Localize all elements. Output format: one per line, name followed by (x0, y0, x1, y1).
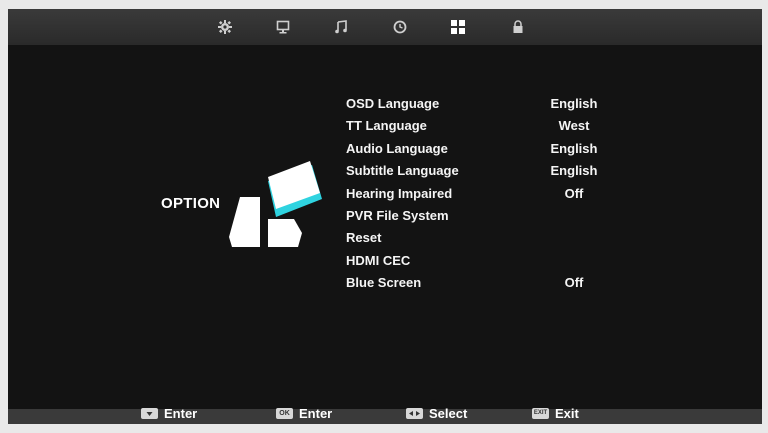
gear-icon[interactable] (216, 18, 234, 36)
left-right-key-icon (406, 407, 423, 419)
menu-item-pvr-file-system[interactable]: PVR File System (346, 205, 626, 227)
menu-item-label: Subtitle Language (346, 163, 459, 179)
menu-item-subtitle-language[interactable]: Subtitle Language English (346, 160, 626, 182)
menu-item-blue-screen[interactable]: Blue Screen Off (346, 272, 626, 294)
hint-enter-ok: OK Enter (276, 404, 332, 422)
menu-item-label: Reset (346, 230, 382, 246)
menu-item-label: Blue Screen (346, 275, 422, 291)
hint-label: Exit (555, 405, 579, 421)
hint-label: Enter (299, 405, 333, 421)
hint-label: Select (429, 405, 468, 421)
lock-icon[interactable] (509, 18, 527, 36)
menu-item-label: Audio Language (346, 140, 448, 156)
menu-item-tt-language[interactable]: TT Language West (346, 115, 626, 137)
menu-title: OPTION (161, 195, 221, 212)
exit-key-icon: EXIT (532, 407, 549, 419)
menu-item-value: English (550, 140, 598, 156)
menu-item-value: Off (564, 185, 584, 201)
menu-item-value: Off (564, 275, 584, 291)
hint-label: Enter (164, 405, 198, 421)
option-menu-icon (224, 159, 324, 255)
menu-item-value: English (550, 163, 598, 179)
hint-select: Select (406, 404, 467, 422)
music-note-icon[interactable] (332, 18, 350, 36)
monitor-icon[interactable] (274, 18, 292, 36)
down-arrow-key-icon (141, 407, 158, 419)
menu-item-label: TT Language (346, 118, 427, 134)
option-grid-icon[interactable] (449, 18, 467, 36)
menu-item-label: OSD Language (346, 96, 440, 111)
hint-enter-down: Enter (141, 404, 197, 422)
menu-item-hearing-impaired[interactable]: Hearing Impaired Off (346, 183, 626, 205)
menu-item-label: HDMI CEC (346, 252, 411, 268)
hint-exit: EXIT Exit (532, 404, 579, 422)
menu-item-audio-language[interactable]: Audio Language English (346, 138, 626, 160)
menu-tab-bar (8, 9, 762, 45)
menu-item-label: PVR File System (346, 207, 449, 223)
menu-item-reset[interactable]: Reset (346, 227, 626, 249)
option-menu-list: OSD Language English TT Language West Au… (346, 93, 626, 295)
menu-item-value: West (558, 118, 590, 134)
menu-item-value: English (550, 96, 598, 111)
menu-item-label: Hearing Impaired (346, 185, 453, 201)
ok-key-icon: OK (276, 407, 293, 419)
menu-item-hdmi-cec[interactable]: HDMI CEC (346, 250, 626, 272)
clock-icon[interactable] (391, 18, 409, 36)
menu-item-osd-language[interactable]: OSD Language English (346, 93, 626, 115)
footer-hint-bar (8, 409, 762, 424)
tv-screen: OPTION OSD Language English TT Language … (8, 9, 762, 424)
